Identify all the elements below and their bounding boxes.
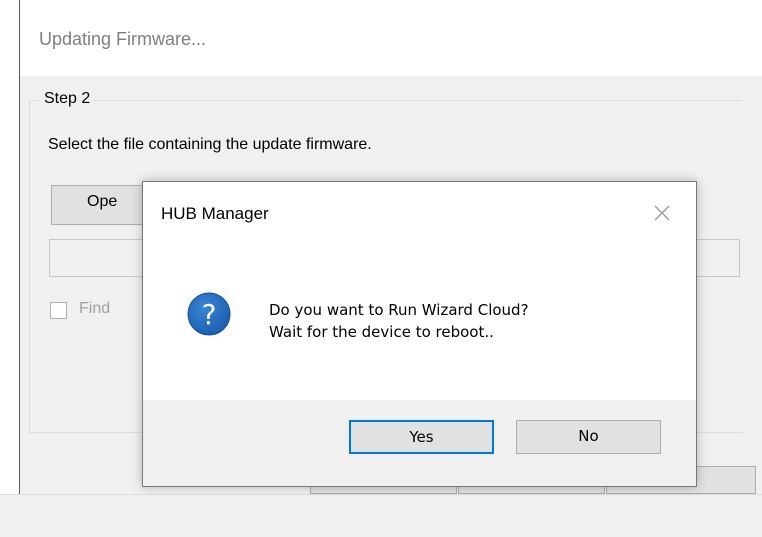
window-titlebar: Updating Firmware... [20, 0, 762, 76]
hub-manager-dialog: HUB Manager ? Do you want to Run Wizard … [142, 181, 697, 487]
dialog-message-line2: Wait for the device to reboot.. [269, 323, 494, 341]
svg-text:?: ? [202, 298, 217, 331]
step-legend: Step 2 [40, 90, 95, 108]
dialog-message-line1: Do you want to Run Wizard Cloud? [269, 301, 529, 319]
find-checkbox-label: Find [79, 300, 111, 317]
yes-button[interactable]: Yes [349, 420, 494, 454]
close-icon[interactable] [651, 202, 673, 224]
find-checkbox[interactable] [50, 302, 67, 319]
window-footer [0, 494, 762, 537]
dialog-message: Do you want to Run Wizard Cloud? Wait fo… [269, 299, 529, 343]
dialog-title: HUB Manager [161, 204, 269, 223]
window-title: Updating Firmware... [39, 29, 207, 49]
no-button[interactable]: No [516, 420, 661, 454]
question-icon: ? [187, 292, 231, 336]
instruction-text: Select the file containing the update fi… [48, 136, 372, 153]
